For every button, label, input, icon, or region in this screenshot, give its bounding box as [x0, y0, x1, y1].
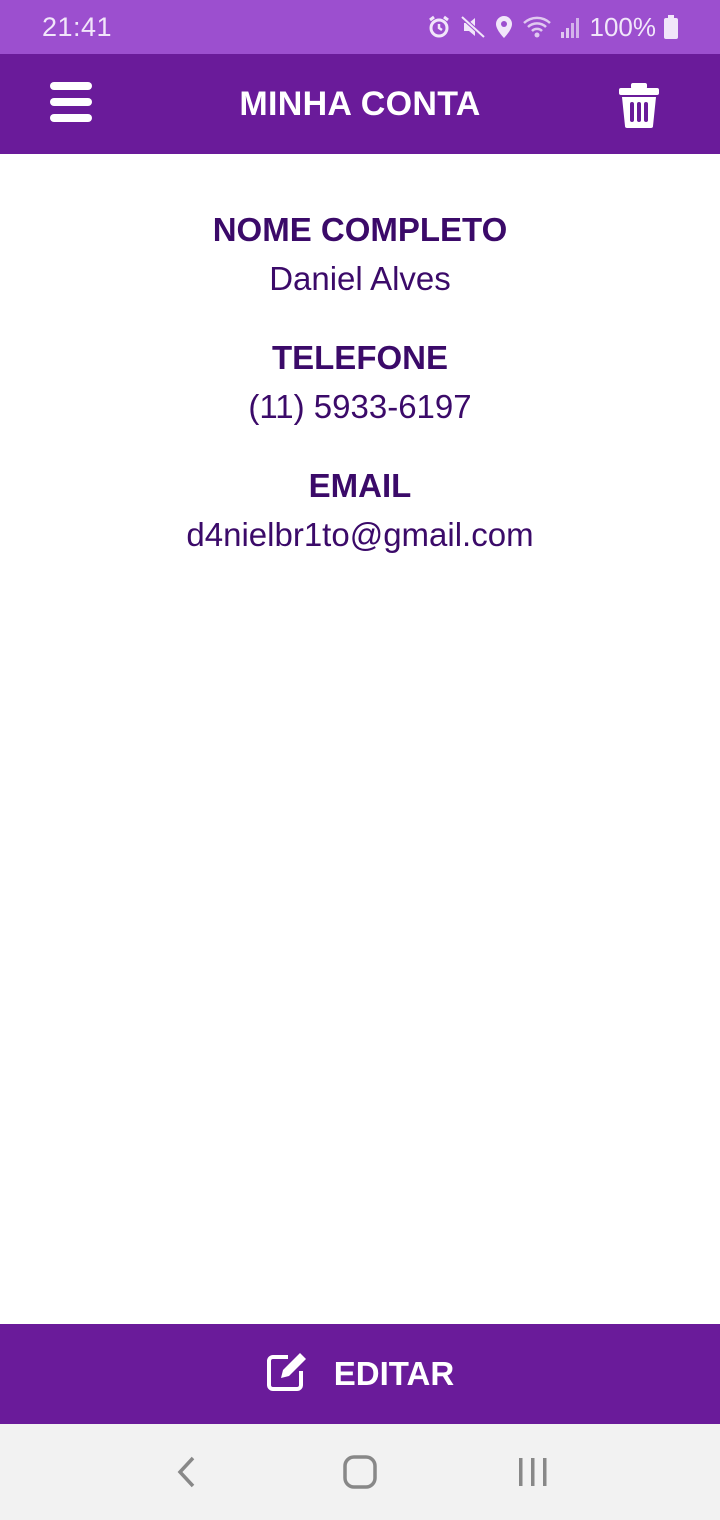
location-icon [494, 14, 514, 40]
edit-button[interactable]: EDITAR [0, 1324, 720, 1424]
email-value: d4nielbr1to@gmail.com [186, 516, 534, 553]
home-icon[interactable] [330, 1442, 390, 1502]
phone-field: TELEFONE (11) 5933-6197 [0, 338, 720, 428]
signal-icon [560, 14, 582, 40]
account-details: NOME COMPLETO Daniel Alves TELEFONE (11)… [0, 154, 720, 1324]
page-title: MINHA CONTA [239, 84, 481, 123]
status-icons: 100% [426, 11, 678, 43]
edit-icon [266, 1351, 308, 1398]
battery-icon [664, 15, 678, 39]
menu-icon[interactable] [50, 82, 94, 126]
trash-icon[interactable] [618, 82, 660, 128]
status-bar: 21:41 100% [0, 0, 720, 54]
app-bar: MINHA CONTA [0, 54, 720, 154]
email-field: EMAIL d4nielbr1to@gmail.com [0, 466, 720, 556]
battery-percent: 100% [589, 11, 657, 42]
phone-label: TELEFONE [271, 339, 448, 376]
name-value: Daniel Alves [269, 260, 451, 297]
alarm-icon [426, 14, 452, 40]
recents-icon[interactable] [503, 1442, 563, 1502]
email-label: EMAIL [308, 467, 412, 504]
system-nav-bar [0, 1424, 720, 1520]
status-time: 21:41 [42, 11, 113, 42]
edit-button-label: EDITAR [333, 1355, 455, 1392]
name-field: NOME COMPLETO Daniel Alves [0, 210, 720, 300]
name-label: NOME COMPLETO [212, 211, 508, 248]
phone-value: (11) 5933-6197 [248, 388, 472, 425]
back-icon[interactable] [157, 1442, 217, 1502]
wifi-icon [522, 14, 552, 40]
mute-icon [460, 14, 486, 40]
